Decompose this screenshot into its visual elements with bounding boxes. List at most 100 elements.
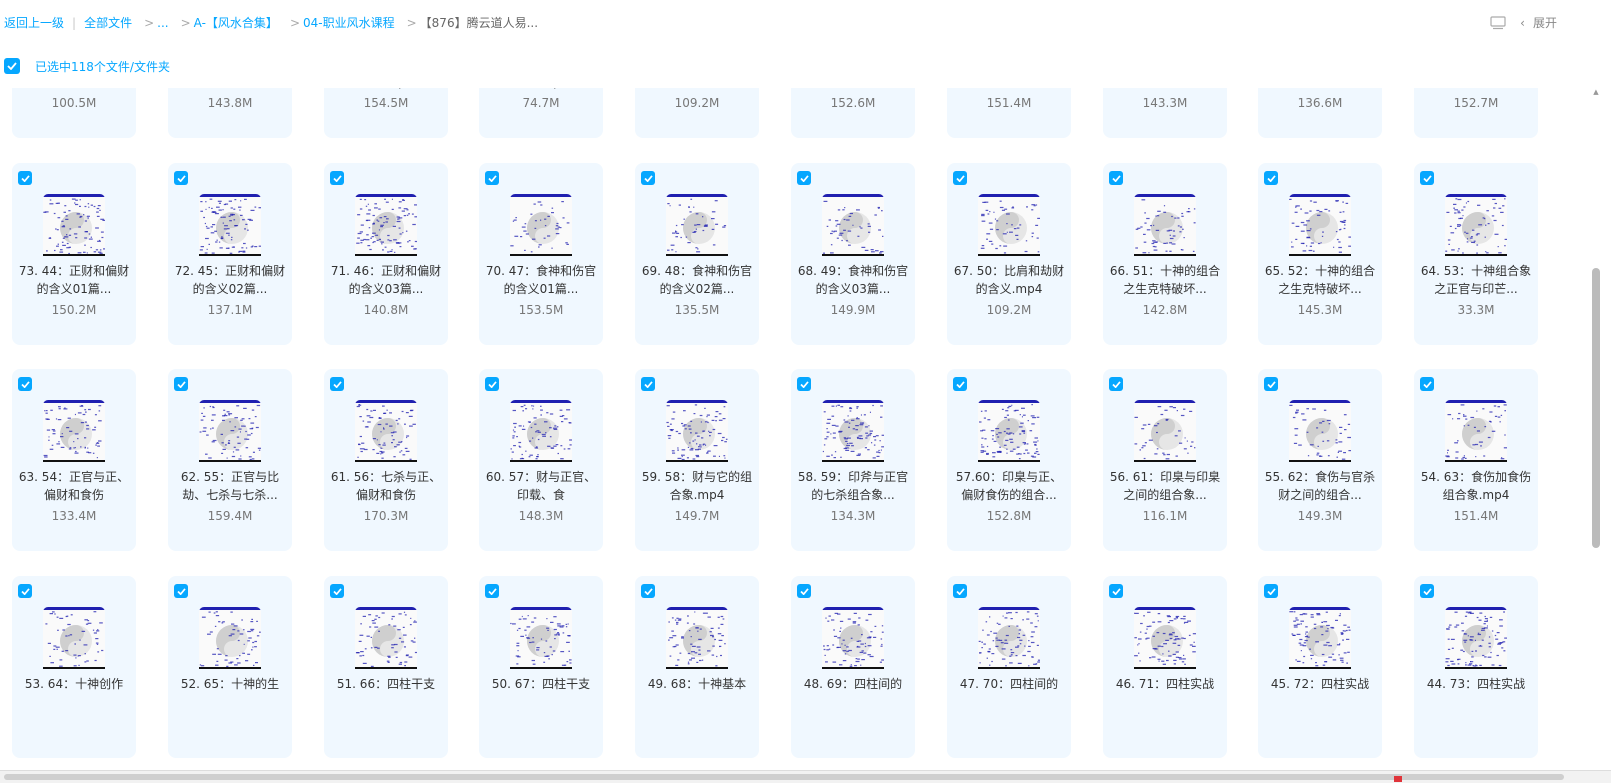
file-name[interactable]: 79. 38：正印和偏印的含义01篇... xyxy=(639,88,755,91)
file-checkbox[interactable] xyxy=(953,171,967,185)
file-checkbox[interactable] xyxy=(797,584,811,598)
file-name[interactable]: 59. 58：财与它的组合象.mp4 xyxy=(639,468,755,504)
file-checkbox[interactable] xyxy=(1264,584,1278,598)
file-card[interactable]: 68. 49：食神和伤官的含义03篇... 149.9M xyxy=(791,163,915,345)
file-checkbox[interactable] xyxy=(1109,584,1123,598)
file-card[interactable]: 78. 39：正印和偏印的关系02篇... 152.6M xyxy=(791,88,915,138)
file-checkbox[interactable] xyxy=(330,584,344,598)
file-name[interactable]: 77. 40：正印和偏印的关系03篇... xyxy=(951,88,1067,91)
file-name[interactable]: 44. 73：四柱实战 xyxy=(1418,675,1534,693)
file-name[interactable]: 57.60：印臬与正、偏财食伤的组合... xyxy=(951,468,1067,504)
file-name[interactable]: 64. 53：十神组合象之正官与印芒... xyxy=(1418,262,1534,298)
file-name[interactable]: 45. 72：四柱实战 xyxy=(1262,675,1378,693)
file-name[interactable]: 63. 54：正官与正、偏财和食伤 xyxy=(16,468,132,504)
layout-toggle-icon[interactable] xyxy=(1490,15,1506,30)
file-checkbox[interactable] xyxy=(330,377,344,391)
file-name[interactable]: 83. 34：十神十组关系02篇（必... xyxy=(16,88,132,91)
file-card[interactable]: 79. 38：正印和偏印的含义01篇... 109.2M xyxy=(635,88,759,138)
file-name[interactable]: 65. 52：十神的组合之生克特破坏... xyxy=(1262,262,1378,298)
scroll-up-icon[interactable]: ▲ xyxy=(1592,88,1600,96)
file-name[interactable]: 66. 51：十神的组合之生克特破坏... xyxy=(1107,262,1223,298)
file-card[interactable]: 46. 71：四柱实战 xyxy=(1103,576,1227,758)
file-name[interactable]: 53. 64：十神创作 xyxy=(16,675,132,693)
file-card[interactable]: 48. 69：四柱间的 xyxy=(791,576,915,758)
file-card[interactable]: 70. 47：食神和伤官的含义01篇... 153.5M xyxy=(479,163,603,345)
file-card[interactable]: 45. 72：四柱实战 xyxy=(1258,576,1382,758)
file-checkbox[interactable] xyxy=(1420,171,1434,185)
file-card[interactable]: 56. 61：印臬与印臬之间的组合象... 116.1M xyxy=(1103,369,1227,551)
file-card[interactable]: 75. 42：正官和七杀的含义02.... 136.6M xyxy=(1258,88,1382,138)
file-name[interactable]: 56. 61：印臬与印臬之间的组合象... xyxy=(1107,468,1223,504)
file-checkbox[interactable] xyxy=(797,171,811,185)
file-checkbox[interactable] xyxy=(18,171,32,185)
file-name[interactable]: 58. 59：印斧与正官的七杀组合象... xyxy=(795,468,911,504)
file-checkbox[interactable] xyxy=(18,377,32,391)
file-card[interactable]: 81. 36：十神的六亲关系.mp4 154.5M xyxy=(324,88,448,138)
breadcrumb-ellipsis[interactable]: ... xyxy=(157,16,168,30)
file-checkbox[interactable] xyxy=(1264,171,1278,185)
file-checkbox[interactable] xyxy=(953,377,967,391)
file-name[interactable]: 80. 37：十神的宫位关系.mp4 xyxy=(483,88,599,91)
horizontal-scrollbar-thumb[interactable] xyxy=(4,774,1564,780)
file-name[interactable]: 62. 55：正官与比劫、七杀与七杀... xyxy=(172,468,288,504)
file-card[interactable]: 76. 41：正官和七杀的含义01.... 143.3M xyxy=(1103,88,1227,138)
file-checkbox[interactable] xyxy=(641,377,655,391)
file-checkbox[interactable] xyxy=(485,171,499,185)
file-name[interactable]: 55. 62：食伤与官杀财之间的组合... xyxy=(1262,468,1378,504)
file-checkbox[interactable] xyxy=(641,584,655,598)
file-name[interactable]: 49. 68：十神基本 xyxy=(639,675,755,693)
file-name[interactable]: 48. 69：四柱间的 xyxy=(795,675,911,693)
file-name[interactable]: 52. 65：十神的生 xyxy=(172,675,288,693)
file-card[interactable]: 74. 43：正官和七杀的含义03.... 152.7M xyxy=(1414,88,1538,138)
file-name[interactable]: 73. 44：正财和偏财的含义01篇... xyxy=(16,262,132,298)
file-checkbox[interactable] xyxy=(1109,377,1123,391)
file-name[interactable]: 60. 57：财与正官、印载、食 xyxy=(483,468,599,504)
file-name[interactable]: 50. 67：四柱干支 xyxy=(483,675,599,693)
file-card[interactable]: 52. 65：十神的生 xyxy=(168,576,292,758)
file-checkbox[interactable] xyxy=(330,171,344,185)
file-name[interactable]: 61. 56：七杀与正、偏财和食伤 xyxy=(328,468,444,504)
file-card[interactable]: 63. 54：正官与正、偏财和食伤 133.4M xyxy=(12,369,136,551)
file-card[interactable]: 65. 52：十神的组合之生克特破坏... 145.3M xyxy=(1258,163,1382,345)
file-card[interactable]: 61. 56：七杀与正、偏财和食伤 170.3M xyxy=(324,369,448,551)
file-card[interactable]: 71. 46：正财和偏财的含义03篇... 140.8M xyxy=(324,163,448,345)
select-all-checkbox[interactable] xyxy=(4,58,20,74)
file-card[interactable]: 51. 66：四柱干支 xyxy=(324,576,448,758)
file-name[interactable]: 81. 36：十神的六亲关系.mp4 xyxy=(328,88,444,91)
file-card[interactable]: 59. 58：财与它的组合象.mp4 149.7M xyxy=(635,369,759,551)
horizontal-scrollbar[interactable] xyxy=(0,770,1611,783)
file-card[interactable]: 57.60：印臬与正、偏财食伤的组合... 152.8M xyxy=(947,369,1071,551)
file-name[interactable]: 74. 43：正官和七杀的含义03.... xyxy=(1418,88,1534,91)
file-card[interactable]: 44. 73：四柱实战 xyxy=(1414,576,1538,758)
breadcrumb-folder-course[interactable]: 04-职业风水课程 xyxy=(303,14,395,31)
file-checkbox[interactable] xyxy=(174,377,188,391)
file-checkbox[interactable] xyxy=(1420,584,1434,598)
file-checkbox[interactable] xyxy=(1420,377,1434,391)
chevron-left-icon[interactable]: ‹ xyxy=(1520,16,1525,30)
breadcrumb-all-files[interactable]: 全部文件 xyxy=(84,14,132,31)
breadcrumb-folder-fengshui[interactable]: A-【风水合集】 xyxy=(194,14,278,31)
file-checkbox[interactable] xyxy=(797,377,811,391)
file-card[interactable]: 80. 37：十神的宫位关系.mp4 74.7M xyxy=(479,88,603,138)
expand-button[interactable]: 展开 xyxy=(1533,14,1557,31)
file-name[interactable]: 46. 71：四柱实战 xyxy=(1107,675,1223,693)
file-name[interactable]: 54. 63：食伤加食伤组合象.mp4 xyxy=(1418,468,1534,504)
file-card[interactable]: 53. 64：十神创作 xyxy=(12,576,136,758)
file-card[interactable]: 72. 45：正财和偏财的含义02篇... 137.1M xyxy=(168,163,292,345)
file-checkbox[interactable] xyxy=(1264,377,1278,391)
file-name[interactable]: 71. 46：正财和偏财的含义03篇... xyxy=(328,262,444,298)
file-name[interactable]: 78. 39：正印和偏印的关系02篇... xyxy=(795,88,911,91)
file-checkbox[interactable] xyxy=(485,377,499,391)
file-checkbox[interactable] xyxy=(641,171,655,185)
file-name[interactable]: 70. 47：食神和伤官的含义01篇... xyxy=(483,262,599,298)
file-name[interactable]: 72. 45：正财和偏财的含义02篇... xyxy=(172,262,288,298)
file-card[interactable]: 67. 50：比肩和劫财的含义.mp4 109.2M xyxy=(947,163,1071,345)
file-card[interactable]: 77. 40：正印和偏印的关系03篇... 151.4M xyxy=(947,88,1071,138)
file-card[interactable]: 64. 53：十神组合象之正官与印芒... 33.3M xyxy=(1414,163,1538,345)
file-card[interactable]: 58. 59：印斧与正官的七杀组合象... 134.3M xyxy=(791,369,915,551)
file-card[interactable]: 50. 67：四柱干支 xyxy=(479,576,603,758)
file-name[interactable]: 67. 50：比肩和劫财的含义.mp4 xyxy=(951,262,1067,298)
file-card[interactable]: 60. 57：财与正官、印载、食 148.3M xyxy=(479,369,603,551)
file-checkbox[interactable] xyxy=(174,584,188,598)
file-name[interactable]: 51. 66：四柱干支 xyxy=(328,675,444,693)
